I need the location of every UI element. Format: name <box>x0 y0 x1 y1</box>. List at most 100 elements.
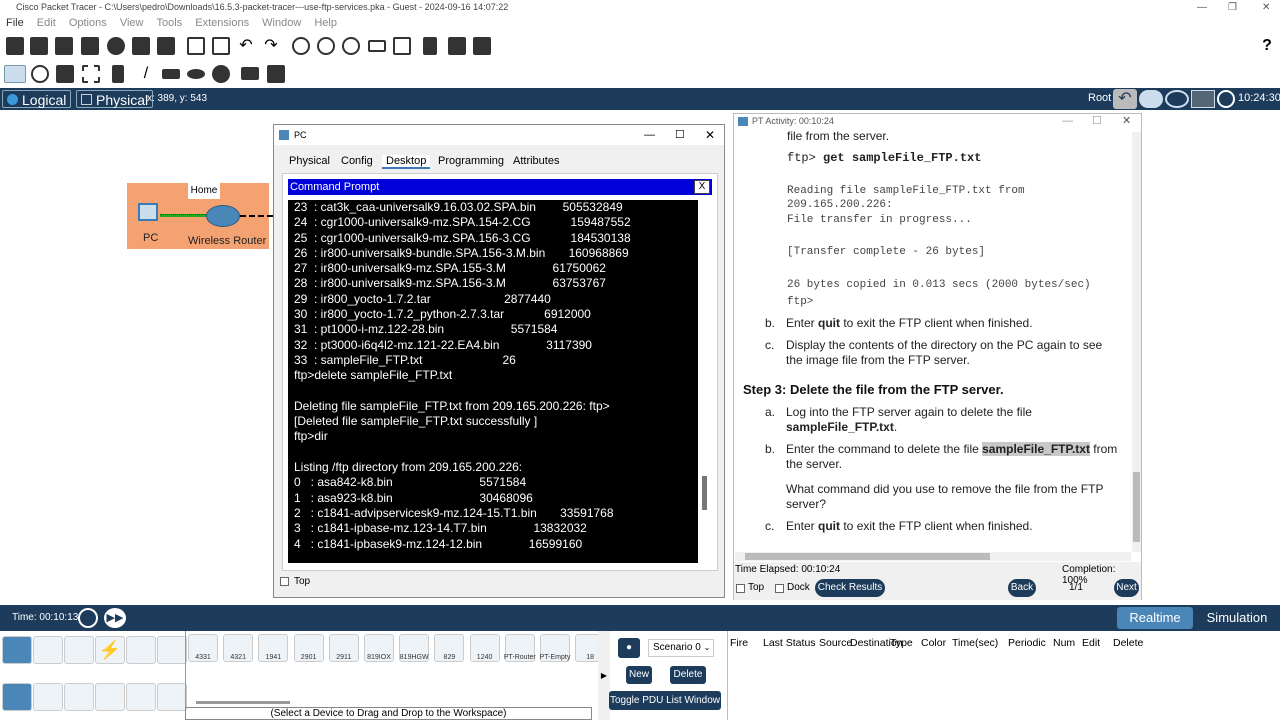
inspect-icon[interactable] <box>31 65 49 83</box>
help-icon[interactable]: ? <box>1258 37 1276 55</box>
activity-maximize-icon[interactable]: ☐ <box>1092 114 1102 129</box>
open-folder-icon[interactable] <box>30 37 48 55</box>
activity-vscroll[interactable] <box>1132 132 1141 552</box>
new-file-icon[interactable] <box>6 37 24 55</box>
resize-icon[interactable] <box>82 65 100 83</box>
viewport-icon[interactable] <box>423 37 437 55</box>
simulation-mode-button[interactable]: Simulation <box>1196 607 1278 629</box>
wireless-subcategory[interactable] <box>95 683 125 711</box>
add-simple-pdu-icon[interactable] <box>241 67 259 80</box>
freeform-icon[interactable] <box>212 65 230 83</box>
note-icon[interactable] <box>112 65 124 83</box>
routers-subcategory[interactable] <box>2 683 32 711</box>
redo-icon[interactable]: ↷ <box>262 37 280 55</box>
pc-minimize-icon[interactable]: — <box>644 125 655 145</box>
activity-wizard-icon[interactable] <box>157 37 175 55</box>
menu-tools[interactable]: Tools <box>157 17 183 29</box>
navigation-icon[interactable] <box>1165 90 1189 108</box>
top-checkbox[interactable] <box>280 577 289 586</box>
multiuser-category[interactable] <box>157 636 187 664</box>
switches-subcategory[interactable] <box>33 683 63 711</box>
end-devices-category[interactable] <box>33 636 63 664</box>
power-cycle-icon[interactable] <box>78 608 98 628</box>
network-devices-category[interactable] <box>2 636 32 664</box>
pc-window-titlebar[interactable]: PC — ☐ ✕ <box>274 125 724 145</box>
info-icon[interactable] <box>107 37 125 55</box>
tab-config[interactable]: Config <box>341 155 373 167</box>
pc-icon[interactable] <box>138 203 158 221</box>
tab-physical[interactable]: Physical <box>76 90 154 108</box>
menu-help[interactable]: Help <box>314 17 337 29</box>
copy-icon[interactable] <box>187 37 205 55</box>
next-button[interactable]: Next <box>1114 579 1139 597</box>
pdu-column-header[interactable]: Last Status <box>763 637 816 649</box>
menu-options[interactable]: Options <box>69 17 107 29</box>
pdu-column-header[interactable]: Edit <box>1082 637 1100 649</box>
pdu-column-header[interactable]: Num <box>1053 637 1075 649</box>
pdu-column-header[interactable]: Source <box>819 637 852 649</box>
scroll-thumb[interactable] <box>702 476 707 510</box>
connections-category[interactable]: ⚡ <box>95 636 125 664</box>
add-complex-pdu-icon[interactable] <box>267 65 285 83</box>
check-results-button[interactable]: Check Results <box>815 579 885 597</box>
command-prompt-close-button[interactable]: X <box>694 180 710 194</box>
tab-programming[interactable]: Programming <box>438 155 504 167</box>
back-arrow-icon[interactable]: ↶ <box>1113 89 1137 109</box>
draw-line-icon[interactable]: / <box>137 65 155 83</box>
save-icon[interactable] <box>55 37 73 55</box>
fast-forward-icon[interactable]: ▶▶ <box>104 608 126 628</box>
pdu-column-header[interactable]: Time(sec) <box>952 637 998 649</box>
command-prompt-scrollbar[interactable] <box>698 200 712 563</box>
pc-close-icon[interactable]: ✕ <box>705 125 715 145</box>
back-button[interactable]: Back <box>1008 579 1036 597</box>
hubs-subcategory[interactable] <box>64 683 94 711</box>
command-prompt-output[interactable]: 23 : cat3k_caa-universalk9.16.03.02.SPA.… <box>288 200 698 563</box>
tab-attributes[interactable]: Attributes <box>513 155 559 167</box>
zoom-in-icon[interactable] <box>292 37 310 55</box>
menu-extensions[interactable]: Extensions <box>195 17 249 29</box>
zoom-reset-icon[interactable] <box>317 37 335 55</box>
zoom-out-icon[interactable] <box>342 37 360 55</box>
pdu-column-header[interactable]: Type <box>890 637 913 649</box>
tab-desktop[interactable]: Desktop <box>382 155 431 169</box>
dock-checkbox[interactable] <box>775 584 784 593</box>
components-category[interactable] <box>64 636 94 664</box>
router-icon[interactable] <box>206 205 240 227</box>
print-icon[interactable] <box>81 37 99 55</box>
root-label[interactable]: Root <box>1088 92 1111 104</box>
paste-icon[interactable] <box>212 37 230 55</box>
restore-icon[interactable]: ❐ <box>1228 0 1237 15</box>
tab-logical[interactable]: Logical <box>2 90 72 108</box>
device-template-icon[interactable] <box>448 37 466 55</box>
pdu-column-header[interactable]: Periodic <box>1008 637 1046 649</box>
activity-hscroll-thumb[interactable] <box>745 553 990 560</box>
menu-window[interactable]: Window <box>262 17 301 29</box>
activity-vscroll-thumb[interactable] <box>1133 472 1140 542</box>
custom-device-icon[interactable] <box>393 37 411 55</box>
pdu-column-header[interactable]: Fire <box>730 637 748 649</box>
miscellaneous-category[interactable] <box>126 636 156 664</box>
scenario-select[interactable]: Scenario 0 ⌄ <box>648 639 714 657</box>
pdu-column-header[interactable]: Color <box>921 637 946 649</box>
drawing-palette-icon[interactable] <box>368 40 386 52</box>
pc-maximize-icon[interactable]: ☐ <box>675 125 685 145</box>
security-subcategory[interactable] <box>126 683 156 711</box>
network-info-icon[interactable] <box>132 37 150 55</box>
activity-hscroll[interactable] <box>735 552 1131 561</box>
camera-icon[interactable] <box>473 37 491 55</box>
pdu-column-header[interactable]: Delete <box>1113 637 1143 649</box>
cloud-icon[interactable] <box>1139 90 1163 108</box>
undo-icon[interactable]: ↶ <box>237 37 255 55</box>
scenario-icon[interactable]: ● <box>618 638 640 658</box>
model-scrollbar[interactable] <box>196 701 290 704</box>
activity-minimize-icon[interactable]: — <box>1062 114 1073 129</box>
minimize-icon[interactable]: — <box>1197 0 1207 15</box>
draw-ellipse-icon[interactable] <box>187 69 205 79</box>
draw-rectangle-icon[interactable] <box>162 69 180 79</box>
tab-physical-config[interactable]: Physical <box>289 155 330 167</box>
viewport-toggle-icon[interactable] <box>1191 90 1215 108</box>
toggle-pdu-list-button[interactable]: Toggle PDU List Window <box>609 691 721 710</box>
select-icon[interactable] <box>4 65 26 83</box>
delete-scenario-button[interactable]: Delete <box>670 666 706 684</box>
menu-view[interactable]: View <box>120 17 144 29</box>
